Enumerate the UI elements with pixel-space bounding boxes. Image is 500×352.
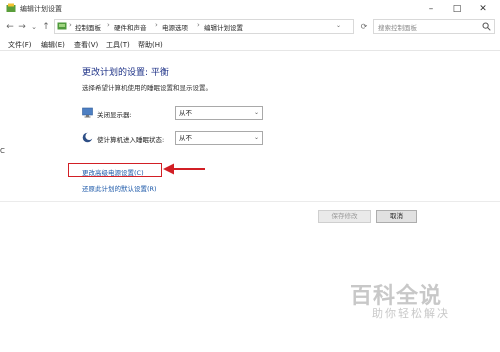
power-options-icon — [6, 3, 16, 12]
page-title: 更改计划的设置: 平衡 — [82, 68, 169, 78]
monitor-icon — [82, 107, 93, 118]
minimize-button[interactable]: – — [418, 0, 444, 17]
display-off-select[interactable]: 从不 ⌄ — [175, 106, 263, 120]
search-icon[interactable] — [482, 22, 491, 31]
left-edge-text: C — [0, 147, 5, 155]
restore-defaults-link[interactable]: 还原此计划的默认设置(R) — [82, 183, 157, 193]
display-off-value: 从不 — [179, 109, 192, 117]
breadcrumb-hardware-sound[interactable]: 硬件和声音 — [114, 22, 147, 32]
back-button[interactable]: ← — [4, 21, 16, 33]
menu-file[interactable]: 文件(F) — [8, 40, 32, 50]
cancel-button[interactable]: 取消 — [376, 210, 417, 223]
divider — [0, 201, 500, 202]
save-button[interactable]: 保存修改 — [318, 210, 371, 223]
up-button[interactable]: ↑ — [40, 21, 52, 33]
breadcrumb-separator: › — [197, 21, 200, 29]
maximize-button[interactable]: □ — [444, 0, 470, 17]
breadcrumb-separator: › — [155, 21, 158, 29]
red-arrow-icon — [163, 163, 205, 175]
breadcrumb-control-panel[interactable]: 控制面板 — [75, 22, 101, 32]
search-placeholder: 搜索控制面板 — [378, 24, 417, 32]
control-panel-icon — [57, 22, 67, 30]
refresh-button[interactable]: ⟳ — [358, 21, 370, 33]
advanced-power-settings-link[interactable]: 更改高级电源设置(C) — [82, 167, 144, 177]
moon-icon — [82, 132, 93, 143]
sleep-select[interactable]: 从不 ⌄ — [175, 131, 263, 145]
forward-button[interactable]: → — [16, 21, 28, 33]
sleep-label: 使计算机进入睡眠状态: — [97, 136, 165, 144]
menu-tools[interactable]: 工具(T) — [106, 40, 130, 50]
window-title: 编辑计划设置 — [20, 5, 62, 13]
breadcrumb-separator: › — [69, 21, 72, 29]
breadcrumb-edit-plan-settings[interactable]: 编辑计划设置 — [204, 22, 243, 32]
address-dropdown-icon[interactable]: ⌄ — [336, 22, 341, 29]
recent-locations-button[interactable]: ⌄ — [28, 21, 40, 33]
chevron-down-icon: ⌄ — [253, 134, 259, 141]
chevron-down-icon: ⌄ — [253, 109, 259, 116]
sleep-value: 从不 — [179, 134, 192, 142]
display-off-label: 关闭显示器: — [97, 111, 132, 119]
menu-view[interactable]: 查看(V) — [74, 40, 98, 50]
page-description: 选择希望计算机使用的睡眠设置和显示设置。 — [82, 84, 212, 92]
breadcrumb-power-options[interactable]: 电源选项 — [162, 22, 188, 32]
breadcrumb-separator: › — [107, 21, 110, 29]
menu-edit[interactable]: 编辑(E) — [41, 40, 65, 50]
menu-help[interactable]: 帮助(H) — [138, 40, 163, 50]
close-button[interactable]: ✕ — [470, 0, 496, 17]
watermark-subtitle: 助你轻松解决 — [372, 307, 450, 320]
